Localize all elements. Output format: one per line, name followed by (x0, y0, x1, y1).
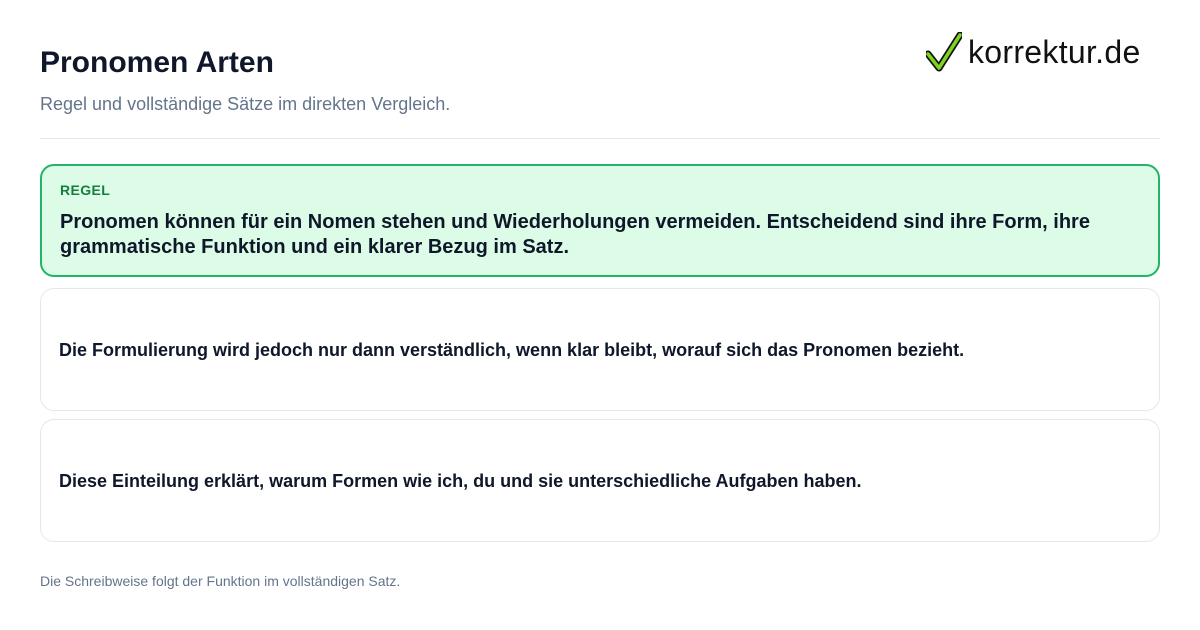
sentence-card: Die Formulierung wird jedoch nur dann ve… (40, 288, 1160, 411)
checkmark-icon (926, 32, 962, 72)
sentence-card: Diese Einteilung erklärt, warum Formen w… (40, 419, 1160, 542)
rule-label: REGEL (60, 182, 111, 198)
rule-text: Pronomen können für ein Nomen stehen und… (60, 211, 1090, 258)
header-divider (40, 138, 1160, 139)
footer-note: Die Schreibweise folgt der Funktion im v… (40, 573, 401, 589)
sentence-text: Die Formulierung wird jedoch nur dann ve… (59, 339, 965, 360)
brand-logo[interactable]: korrektur.de (926, 30, 1141, 74)
page-subtitle: Regel und vollständige Sätze im direkten… (40, 94, 451, 114)
sentence-text: Diese Einteilung erklärt, warum Formen w… (59, 470, 862, 491)
logo-text: korrektur.de (968, 34, 1141, 70)
page-title: Pronomen Arten (40, 46, 274, 79)
rule-card: REGEL Pronomen können für ein Nomen steh… (40, 164, 1160, 277)
